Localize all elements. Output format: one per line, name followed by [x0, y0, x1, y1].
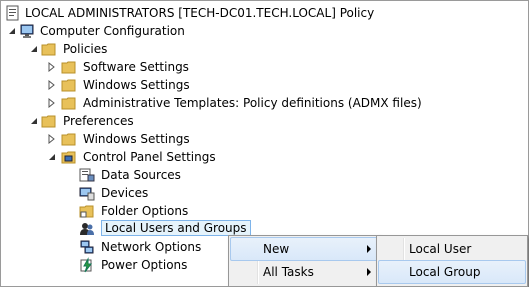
menu-item-all-tasks[interactable]: All Tasks — [231, 261, 377, 283]
tree-item-label: Control Panel Settings — [83, 150, 216, 164]
tree-item-label: Devices — [101, 186, 149, 200]
tree-item-label: Windows Settings — [83, 78, 190, 92]
submenu-arrow-icon — [367, 268, 371, 276]
expanded-triangle-icon[interactable] — [29, 44, 39, 54]
folder-icon — [61, 61, 76, 74]
tree-item-label: Computer Configuration — [40, 24, 185, 38]
folder-icon — [61, 97, 76, 110]
tree-item-label: Administrative Templates: Policy definit… — [83, 96, 422, 110]
users-group-icon — [80, 223, 94, 235]
folder-icon — [41, 43, 56, 56]
folder-icon — [61, 133, 76, 146]
folder-icon — [41, 115, 56, 128]
computer-icon — [20, 24, 34, 38]
menu-item-label: All Tasks — [263, 265, 314, 279]
gpo-document-icon — [6, 5, 19, 21]
tree-item-label: Policies — [63, 42, 108, 56]
submenu-arrow-icon — [367, 245, 371, 253]
tree-root-label: LOCAL ADMINISTRATORS [TECH-DC01.TECH.LOC… — [25, 6, 375, 20]
menu-item-label: Local User — [409, 242, 472, 256]
menu-item-new[interactable]: New — [230, 237, 378, 261]
menu-item-local-user[interactable]: Local User — [379, 238, 525, 260]
new-submenu: Local User Local Group — [376, 235, 528, 287]
power-options-icon — [80, 257, 92, 273]
collapsed-triangle-icon[interactable] — [47, 98, 57, 108]
collapsed-triangle-icon[interactable] — [47, 62, 57, 72]
tree-item-label: Power Options — [101, 258, 188, 272]
collapsed-triangle-icon[interactable] — [47, 80, 57, 90]
tree-item-label: Preferences — [63, 114, 134, 128]
tree-item-label: Network Options — [101, 240, 202, 254]
collapsed-triangle-icon[interactable] — [47, 134, 57, 144]
tree-item-local-users-and-groups[interactable]: Local Users and Groups — [79, 220, 251, 238]
data-sources-icon — [79, 168, 95, 182]
network-icon — [80, 240, 94, 254]
expanded-triangle-icon[interactable] — [29, 116, 39, 126]
control-panel-folder-icon — [61, 151, 76, 164]
tree-item-label: Windows Settings — [83, 132, 190, 146]
tree-item-label: Folder Options — [101, 204, 189, 218]
folder-icon — [61, 79, 76, 92]
tree-item-label: Software Settings — [83, 60, 189, 74]
menu-item-label: New — [263, 242, 290, 256]
devices-icon — [79, 187, 95, 201]
folder-options-icon — [79, 205, 94, 218]
tree-item-label: Local Users and Groups — [101, 220, 251, 236]
menu-item-local-group[interactable]: Local Group — [378, 260, 526, 284]
expanded-triangle-icon[interactable] — [7, 26, 17, 36]
menu-item-label: Local Group — [409, 265, 481, 279]
tree-item-label: Data Sources — [101, 168, 181, 182]
expanded-triangle-icon[interactable] — [47, 152, 57, 162]
context-menu: New All Tasks — [228, 235, 380, 287]
